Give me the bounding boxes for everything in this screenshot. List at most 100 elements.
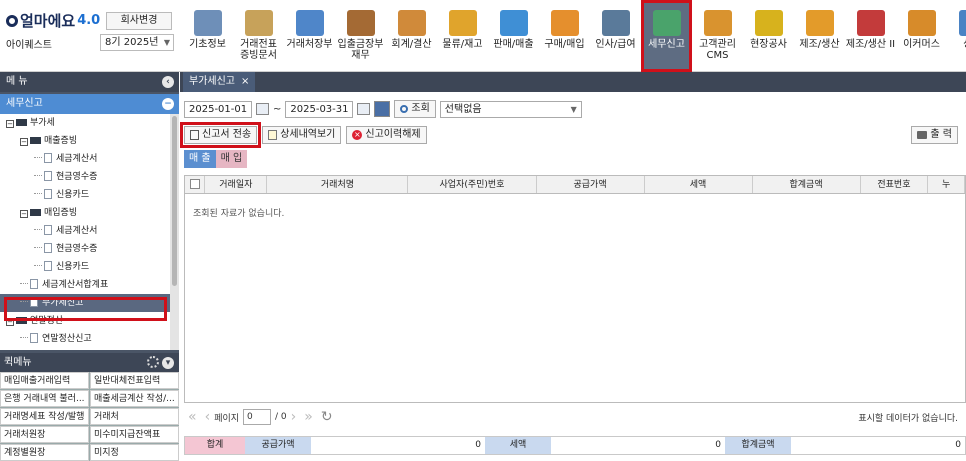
menu-item-7[interactable]: 구매/매입	[539, 0, 590, 72]
column-header[interactable]: 거래일자	[205, 176, 268, 193]
menu-item-3[interactable]: 입출금장부 재무	[335, 0, 386, 72]
menu-label: 인사/급여	[595, 39, 636, 50]
tree-item[interactable]: 신용카드	[0, 186, 170, 204]
quick-item[interactable]: 거래처	[90, 408, 179, 425]
menu-item-13[interactable]: 제조/생산 II	[845, 0, 896, 72]
tree-item[interactable]: 현금영수증	[0, 168, 170, 186]
page-input[interactable]: 0	[243, 409, 272, 425]
main-panel: 부가세신고 × 2025-01-01 ~ 2025-03-31 조회 선택없음 ▼ …	[179, 72, 966, 461]
print-button[interactable]: 출 력	[911, 126, 958, 144]
date-to-input[interactable]: 2025-03-31	[285, 100, 354, 118]
menu-item-12[interactable]: 제조/생산	[794, 0, 845, 72]
first-page-icon[interactable]: «	[188, 409, 197, 425]
tree-item[interactable]: − 매입증빙	[0, 204, 170, 222]
version: 4.0	[77, 13, 101, 28]
document-icon	[44, 243, 52, 253]
quick-item[interactable]: 미수미지급잔액표	[90, 426, 179, 443]
tree-label: 연말정산신고	[42, 334, 92, 344]
collapse-icon[interactable]: ‹	[162, 76, 174, 88]
search-logo-icon	[6, 14, 18, 27]
quick-item[interactable]: 매출세금계산 작성/...	[90, 390, 179, 407]
menu-item-15[interactable]: 상점	[947, 0, 966, 72]
quick-item[interactable]: 미지정	[90, 444, 179, 461]
menu-item-14[interactable]: 이커머스	[896, 0, 947, 72]
tree-item[interactable]: 현금영수증	[0, 240, 170, 258]
menu-item-8[interactable]: 인사/급여	[590, 0, 641, 72]
quick-menu-header: 퀵메뉴 ▾	[0, 353, 179, 372]
search-button[interactable]: 조회	[394, 100, 436, 118]
next-page-icon[interactable]: ›	[291, 409, 297, 425]
tree-item[interactable]: − 부가세	[0, 114, 170, 132]
period-select[interactable]: 8기 2025년 ▼	[100, 34, 174, 51]
last-page-icon[interactable]: »	[304, 409, 313, 425]
app-logo: 얼마에요 4.0	[6, 10, 100, 31]
send-report-button[interactable]: 신고서 전송	[179, 122, 262, 148]
quick-item[interactable]: 일반대체전표입력	[90, 372, 179, 389]
menu-item-4[interactable]: 회계/결산	[386, 0, 437, 72]
menu-item-9[interactable]: 세무신고	[641, 0, 692, 72]
refresh-icon[interactable]: ↻	[321, 409, 333, 425]
quick-item[interactable]: 계정별원장	[0, 444, 89, 461]
tree-item[interactable]: 세금계산서	[0, 222, 170, 240]
date-from-input[interactable]: 2025-01-01	[184, 100, 252, 118]
menu-label: 회계/결산	[391, 39, 432, 50]
quick-item[interactable]: 매입매출거래입력	[0, 372, 89, 389]
type-select[interactable]: 선택없음 ▼	[439, 100, 582, 118]
prev-page-icon[interactable]: ‹	[205, 409, 211, 425]
select-all-checkbox[interactable]	[185, 176, 206, 193]
tree-item[interactable]: − 매출증빙	[0, 132, 170, 150]
column-header[interactable]: 사업자(주민)번호	[408, 176, 537, 193]
tree-line	[34, 265, 42, 266]
cancel-history-button[interactable]: × 신고이력해제	[346, 126, 427, 144]
menu-item-1[interactable]: 거래전표 증빙문서	[233, 0, 284, 72]
column-header[interactable]: 세액	[645, 176, 753, 193]
calendar-icon[interactable]	[357, 103, 371, 115]
tree-scrollbar[interactable]	[170, 114, 179, 350]
close-icon[interactable]: ×	[241, 76, 249, 87]
menu-label: 판매/매출	[493, 39, 534, 50]
gear-icon[interactable]	[147, 356, 159, 368]
quick-item[interactable]: 은행 거래내역 불러...	[0, 390, 89, 407]
period-value: 8기 2025년	[105, 37, 159, 48]
tree-item[interactable]: 세금계산서합계표	[0, 276, 170, 294]
column-header[interactable]: 거래처명	[267, 176, 409, 193]
sales-icon	[499, 10, 528, 36]
menu-item-0[interactable]: 기초정보	[182, 0, 233, 72]
quick-item[interactable]: 거래처원장	[0, 426, 89, 443]
tree-item[interactable]: 연말정산신고	[0, 330, 170, 348]
tree-label: 현금영수증	[56, 172, 98, 182]
tree-item[interactable]: 세금계산서	[0, 150, 170, 168]
menu-item-6[interactable]: 판매/매출	[488, 0, 539, 72]
quick-item[interactable]: 거래명세표 작성/발행	[0, 408, 89, 425]
calendar-icon[interactable]	[256, 103, 269, 115]
menu-item-5[interactable]: 물류/재고	[437, 0, 488, 72]
collapse-box-icon[interactable]: −	[6, 120, 14, 128]
voucher-icon	[244, 10, 273, 36]
filter-bar: 2025-01-01 ~ 2025-03-31 조회 선택없음 ▼	[184, 100, 582, 118]
collapse-box-icon[interactable]: −	[20, 138, 28, 146]
tab-purchase[interactable]: 매 입	[215, 150, 248, 168]
tree-line	[34, 247, 42, 248]
sidebar-section[interactable]: 세무신고 −	[0, 94, 179, 114]
grid-header: 거래일자 거래처명 사업자(주민)번호 공급가액 세액 합계금액 전표번호 누	[185, 176, 965, 194]
column-header[interactable]: 누	[928, 176, 965, 193]
minus-icon[interactable]: −	[162, 98, 174, 110]
tab-sales[interactable]: 매 출	[184, 150, 216, 168]
scroll-thumb[interactable]	[172, 116, 177, 286]
document-icon	[44, 225, 52, 235]
document-icon	[190, 130, 199, 140]
change-company-button[interactable]: 회사변경	[106, 12, 172, 30]
menu-item-2[interactable]: 거래처장부	[284, 0, 335, 72]
column-header[interactable]: 전표번호	[861, 176, 929, 193]
tree-item[interactable]: 신용카드	[0, 258, 170, 276]
menu-item-11[interactable]: 현장공사	[743, 0, 794, 72]
action-bar: 신고서 전송 상세내역보기 × 신고이력해제	[179, 122, 427, 148]
collapse-box-icon[interactable]: −	[20, 210, 28, 218]
tab-vat-report[interactable]: 부가세신고 ×	[183, 72, 256, 92]
chevron-down-icon[interactable]: ▾	[162, 357, 174, 369]
detail-button[interactable]: 상세내역보기	[262, 126, 342, 144]
calendar-picker-icon[interactable]	[374, 101, 391, 117]
column-header[interactable]: 합계금액	[753, 176, 861, 193]
menu-item-10[interactable]: 고객관리 CMS	[692, 0, 743, 72]
column-header[interactable]: 공급가액	[537, 176, 645, 193]
